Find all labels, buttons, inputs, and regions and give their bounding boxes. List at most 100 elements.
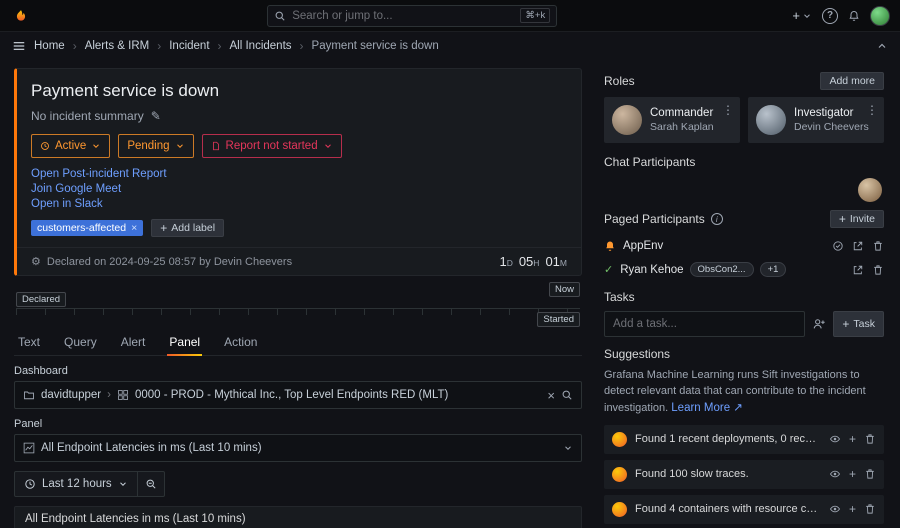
trash-icon[interactable] [872,264,884,276]
edit-summary-icon[interactable]: ✎ [151,109,161,123]
open-post-incident-report-link[interactable]: Open Post-incident Report [31,168,167,180]
zoom-out-button[interactable] [138,471,165,497]
add-icon[interactable]: + [849,503,856,515]
user-avatar[interactable] [870,6,890,26]
search-box[interactable]: ⌘+k [267,5,557,27]
chart-title: All Endpoint Latencies in ms (Last 10 mi… [25,513,571,525]
add-icon[interactable]: + [849,468,856,480]
add-icon[interactable]: + [849,433,856,445]
add-label-button[interactable]: + Add label [151,219,224,237]
add-more-label: Add more [829,75,875,87]
external-link-icon[interactable] [852,240,864,252]
help-button[interactable]: ? [822,8,838,24]
kebab-menu-icon[interactable]: ⋮ [722,103,734,117]
suggestion-text: Found 4 containers with resource content… [635,503,821,515]
folder-icon [23,389,35,401]
severity-dropdown[interactable]: Pending [118,134,193,158]
grafana-flame-icon [14,9,28,23]
zoom-out-icon [145,478,157,490]
learn-more-link[interactable]: Learn More ↗ [671,402,743,414]
news-button[interactable] [848,10,860,22]
view-icon[interactable] [829,433,841,445]
assign-user-icon[interactable] [812,317,826,331]
chevron-down-icon [323,141,333,151]
external-link-icon[interactable] [852,264,864,276]
document-icon [211,141,221,151]
breadcrumb-item-alerts-irm[interactable]: Alerts & IRM [85,40,150,52]
grafana-logo[interactable] [10,5,32,27]
topbar-actions: + ? [792,6,890,26]
view-icon[interactable] [829,503,841,515]
duration-days: 1 [499,254,506,269]
declared-text: Declared on 2024-09-25 08:57 by Devin Ch… [47,256,292,268]
view-icon[interactable] [829,468,841,480]
add-task-input[interactable] [604,311,805,337]
incident-title: Payment service is down [31,81,567,101]
task-button-label: Task [853,318,875,330]
add-menu-button[interactable]: + [792,8,812,23]
time-range-bar: Last 12 hours [14,471,582,497]
breadcrumb-item-incident[interactable]: Incident [169,40,209,52]
suggestion-item-resource-contentions[interactable]: Found 4 containers with resource content… [604,495,884,524]
suggestion-item-deployments[interactable]: Found 1 recent deployments, 0 recent sta… [604,425,884,454]
collapse-chevron-up-icon[interactable] [876,40,888,52]
avatar[interactable] [756,105,786,135]
duration-hours-unit: H [533,258,539,268]
trash-icon[interactable] [864,468,876,480]
open-in-slack-link[interactable]: Open in Slack [31,198,103,210]
role-name: Commander [650,107,714,119]
breadcrumb-item-all-incidents[interactable]: All Incidents [230,40,292,52]
tab-panel[interactable]: Panel [167,328,202,355]
chat-participants-title: Chat Participants [604,155,695,169]
timeline-now-marker: Now [549,282,580,297]
trash-icon[interactable] [872,240,884,252]
sift-icon [612,467,627,482]
timeline-ticks [16,308,580,315]
label-chip[interactable]: customers-affected × [31,220,143,236]
chat-participant-avatar[interactable] [858,178,882,202]
search-input[interactable] [292,10,514,22]
graph-icon [23,442,35,454]
external-link-icon: ↗ [733,402,743,414]
kebab-menu-icon[interactable]: ⋮ [866,103,878,117]
clock-icon [40,141,50,151]
learn-more-text: Learn More [671,402,730,414]
panel-picker[interactable]: All Endpoint Latencies in ms (Last 10 mi… [14,434,582,462]
gear-icon[interactable]: ⚙ [31,255,41,268]
clear-dashboard-icon[interactable]: × [547,388,555,403]
report-status-label: Report not started [226,140,318,152]
invite-label: Invite [850,213,875,225]
search-icon[interactable] [561,389,573,401]
chevron-right-icon: › [107,389,111,401]
add-more-roles-button[interactable]: Add more [820,72,884,90]
mega-menu-icon[interactable] [12,39,26,53]
suggestion-item-slow-traces[interactable]: Found 100 slow traces. + [604,460,884,489]
report-status-dropdown[interactable]: Report not started [202,134,342,158]
invite-button[interactable]: + Invite [830,210,884,228]
dashboard-picker[interactable]: davidtupper › 0000 - PROD - Mythical Inc… [14,381,582,409]
oncall-schedule-chip[interactable]: ObsCon2... [690,262,754,277]
trash-icon[interactable] [864,503,876,515]
acknowledge-icon[interactable] [832,240,844,252]
tab-action[interactable]: Action [222,328,259,355]
chevron-right-icon: › [73,39,77,53]
incident-timeline-ruler[interactable]: Declared Now Started [16,284,580,326]
role-person: Devin Cheevers [794,121,869,133]
join-google-meet-link[interactable]: Join Google Meet [31,183,121,195]
tab-query[interactable]: Query [62,328,99,355]
trash-icon[interactable] [864,433,876,445]
time-range-picker[interactable]: Last 12 hours [14,471,138,497]
incident-sidebar: Roles Add more Commander Sarah Kaplan ⋮ … [594,60,900,528]
main-column: Payment service is down No incident summ… [0,60,594,528]
tab-text[interactable]: Text [16,328,42,355]
more-count-chip[interactable]: +1 [760,262,787,277]
add-task-button[interactable]: + Task [833,311,884,337]
status-dropdown[interactable]: Active [31,134,110,158]
breadcrumb-item-home[interactable]: Home [34,40,65,52]
tab-alert[interactable]: Alert [119,328,148,355]
role-person: Sarah Kaplan [650,121,714,133]
avatar[interactable] [612,105,642,135]
chevron-right-icon: › [300,39,304,53]
remove-label-icon[interactable]: × [131,222,137,234]
info-icon: i [711,213,723,225]
